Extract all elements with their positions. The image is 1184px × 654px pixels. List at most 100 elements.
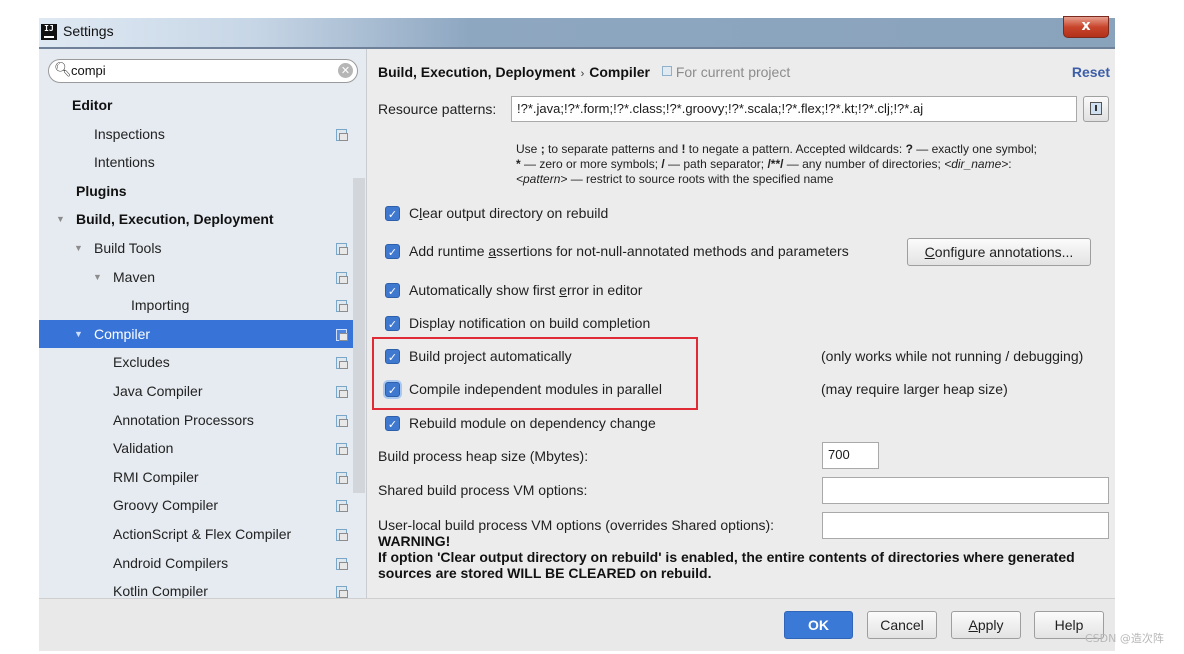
tree-item-label: Intentions: [94, 154, 155, 171]
checkbox-checked-icon: ✓: [385, 348, 400, 364]
project-scope-text: For current project: [675, 64, 791, 80]
project-level-icon: [336, 271, 348, 284]
rebuild-on-dependency-checkbox[interactable]: ✓ Rebuild module on dependency change: [385, 415, 656, 431]
runtime-assertions-checkbox[interactable]: ✓ Add runtime assertions for not-null-an…: [385, 243, 849, 259]
project-level-icon: [336, 300, 348, 313]
tree-item-intentions[interactable]: Intentions: [39, 148, 355, 177]
warning-title: WARNING!: [378, 533, 451, 549]
resource-patterns-hint: Use ; to separate patterns and ! to nega…: [516, 142, 1037, 186]
expand-arrow-icon[interactable]: ▼: [93, 263, 102, 292]
compile-parallel-label: Compile independent modules in parallel: [409, 381, 662, 397]
tree-item-label: RMI Compiler: [113, 468, 199, 485]
breadcrumb-separator: ›: [580, 68, 585, 80]
clear-output-label: Clear output directory on rebuild: [409, 205, 609, 221]
project-level-icon: [336, 443, 348, 456]
project-level-icon: [336, 414, 348, 427]
breadcrumb-parent: Build, Execution, Deployment: [378, 64, 576, 80]
tree-item-groovy-compiler[interactable]: Groovy Compiler: [39, 491, 355, 520]
tree-item-rmi-compiler[interactable]: RMI Compiler: [39, 463, 355, 492]
expand-arrow-icon[interactable]: ▼: [56, 205, 65, 234]
expand-arrow-icon[interactable]: ▼: [74, 234, 83, 263]
apply-button[interactable]: Apply: [951, 611, 1021, 639]
expand-icon: [1090, 102, 1102, 115]
tree-item-editor[interactable]: Editor: [39, 91, 355, 120]
dialog-footer: OK Cancel Apply Help: [39, 598, 1115, 651]
user-vm-options-label: User-local build process VM options (ove…: [378, 517, 775, 533]
window-title: Settings: [63, 23, 114, 39]
intellij-icon: IJ: [41, 24, 57, 40]
settings-window: IJ Settings x 🔍︎ compi ✕ Editor Inspectio…: [39, 16, 1115, 651]
tree-item-excludes[interactable]: Excludes: [39, 348, 355, 377]
tree-item-validation[interactable]: Validation: [39, 434, 355, 463]
search-icon: 🔍︎: [54, 62, 72, 78]
tree-item-maven[interactable]: ▼ Maven: [39, 263, 355, 292]
tree-item-label: Build, Execution, Deployment: [76, 211, 274, 228]
tree-item-importing[interactable]: Importing: [39, 291, 355, 320]
tree-item-label: Importing: [131, 297, 190, 314]
ok-button[interactable]: OK: [784, 611, 853, 639]
title-bar: IJ Settings x: [39, 16, 1115, 49]
compiler-settings-panel: Build, Execution, Deployment › Compiler Fo…: [367, 49, 1115, 598]
resource-patterns-label: Resource patterns:: [378, 101, 497, 117]
tree-item-label: Groovy Compiler: [113, 497, 219, 514]
checkbox-checked-icon: ✓: [385, 282, 400, 298]
tree-item-compiler[interactable]: ▼ Compiler: [39, 319, 355, 349]
compile-parallel-checkbox[interactable]: ✓ Compile independent modules in paralle…: [385, 381, 662, 397]
settings-tree: Editor Inspections Intentions Plugins ▼ Build…: [39, 91, 355, 598]
project-level-icon: [336, 385, 348, 398]
tree-item-actionscript-flex-compiler[interactable]: ActionScript & Flex Compiler: [39, 520, 355, 549]
project-scope-label: For current project: [661, 64, 791, 80]
tree-item-label: Excludes: [113, 354, 170, 371]
checkbox-checked-icon: ✓: [385, 243, 400, 259]
project-level-icon: [336, 528, 348, 541]
clear-search-icon[interactable]: ✕: [338, 63, 353, 78]
project-level-icon: [336, 242, 348, 255]
compile-parallel-note: (may require larger heap size): [821, 381, 1008, 397]
tree-item-label: Android Compilers: [113, 554, 229, 571]
reset-link[interactable]: Reset: [1072, 64, 1110, 80]
resource-patterns-input[interactable]: !?*.java;!?*.form;!?*.class;!?*.groovy;!…: [511, 96, 1077, 122]
tree-item-label: Inspections: [94, 125, 165, 142]
configure-annotations-button[interactable]: Configure annotations...: [907, 238, 1091, 266]
tree-item-label: Java Compiler: [113, 382, 203, 399]
close-button[interactable]: x: [1063, 16, 1109, 38]
search-value[interactable]: compi: [71, 63, 106, 78]
tree-item-plugins[interactable]: Plugins: [39, 177, 355, 206]
tree-item-build-execution-deployment[interactable]: ▼ Build, Execution, Deployment: [39, 205, 355, 234]
expand-field-button[interactable]: [1083, 96, 1109, 122]
tree-item-label: Editor: [72, 97, 113, 113]
tree-item-kotlin-compiler[interactable]: Kotlin Compiler: [39, 577, 355, 598]
tree-item-label: Plugins: [76, 182, 127, 199]
tree-item-java-compiler[interactable]: Java Compiler: [39, 377, 355, 406]
tree-item-label: ActionScript & Flex Compiler: [113, 525, 292, 542]
settings-sidebar: 🔍︎ compi ✕ Editor Inspections Intentions Pl…: [39, 49, 367, 598]
watermark: CSDN @造次阵: [1085, 632, 1164, 645]
tree-item-annotation-processors[interactable]: Annotation Processors: [39, 406, 355, 435]
tree-item-label: Compiler: [94, 325, 151, 342]
shared-vm-options-input[interactable]: [822, 477, 1109, 504]
display-notification-checkbox[interactable]: ✓ Display notification on build completi…: [385, 315, 650, 331]
build-automatically-checkbox[interactable]: ✓ Build project automatically: [385, 348, 572, 364]
shared-vm-options-label: Shared build process VM options:: [378, 482, 588, 498]
rebuild-on-dependency-label: Rebuild module on dependency change: [409, 415, 656, 431]
cancel-button[interactable]: Cancel: [867, 611, 937, 639]
sidebar-scrollbar[interactable]: [353, 178, 365, 493]
show-first-error-checkbox[interactable]: ✓ Automatically show first error in edit…: [385, 282, 642, 298]
checkbox-checked-icon: ✓: [385, 205, 400, 221]
checkbox-checked-icon: ✓: [385, 315, 400, 331]
project-level-icon: [336, 471, 348, 484]
tree-item-inspections[interactable]: Inspections: [39, 120, 355, 149]
build-automatically-label: Build project automatically: [409, 348, 572, 364]
project-level-icon: [336, 586, 348, 598]
expand-arrow-icon[interactable]: ▼: [74, 320, 83, 349]
breadcrumb: Build, Execution, Deployment › Compiler Fo…: [378, 64, 790, 80]
checkbox-checked-icon: ✓: [385, 381, 400, 397]
search-input[interactable]: 🔍︎ compi ✕: [48, 59, 358, 83]
clear-output-checkbox[interactable]: ✓ Clear output directory on rebuild: [385, 205, 608, 221]
tree-item-android-compilers[interactable]: Android Compilers: [39, 549, 355, 578]
tree-item-label: Build Tools: [94, 239, 162, 256]
tree-item-build-tools[interactable]: ▼ Build Tools: [39, 234, 355, 263]
tree-item-label: Kotlin Compiler: [113, 583, 208, 598]
heap-size-input[interactable]: 700: [822, 442, 879, 469]
project-level-icon: [336, 357, 348, 370]
